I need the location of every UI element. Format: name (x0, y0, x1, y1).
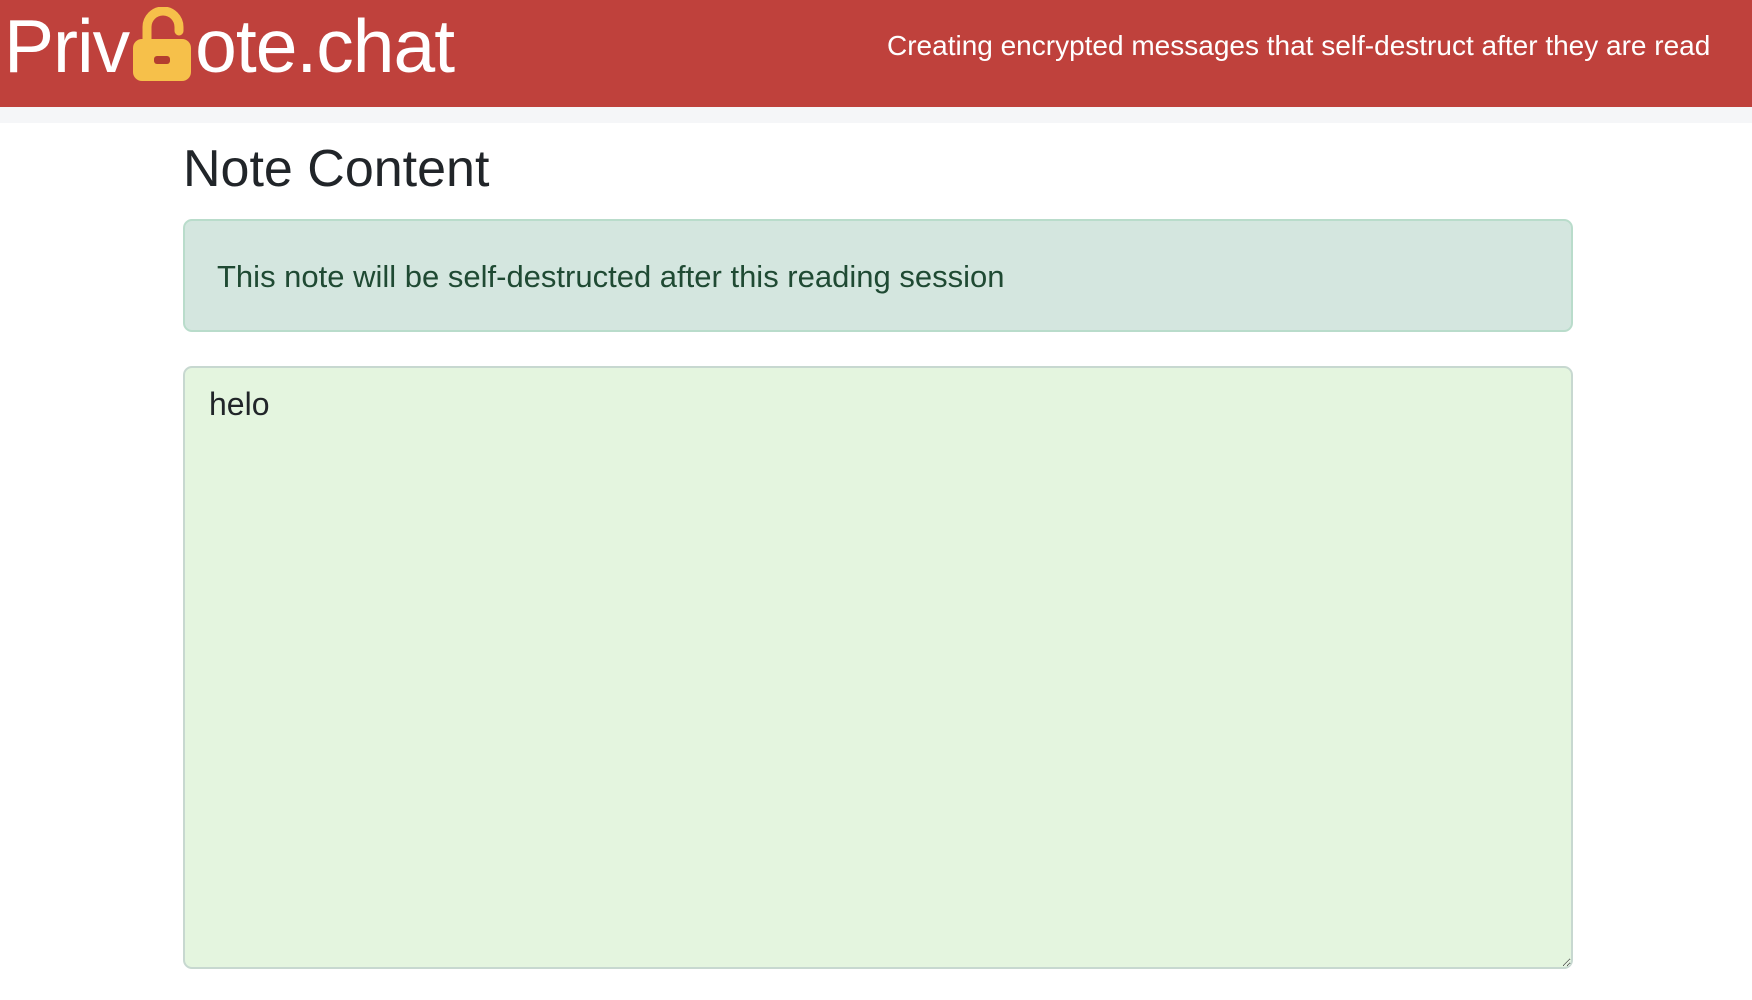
header-divider (0, 107, 1752, 123)
lock-open-icon (131, 6, 193, 85)
self-destruct-alert: This note will be self-destructed after … (183, 219, 1573, 332)
note-content-textarea[interactable]: helo (183, 366, 1573, 969)
site-logo[interactable]: Priv ote.chat (4, 0, 455, 92)
page-title: Note Content (183, 140, 490, 198)
site-tagline: Creating encrypted messages that self-de… (887, 30, 1711, 61)
site-header: Priv ote.chat Creating encrypted messages… (0, 0, 1752, 107)
logo-text-prefix: Priv (4, 3, 130, 88)
logo-text-suffix: ote.chat (195, 3, 455, 88)
